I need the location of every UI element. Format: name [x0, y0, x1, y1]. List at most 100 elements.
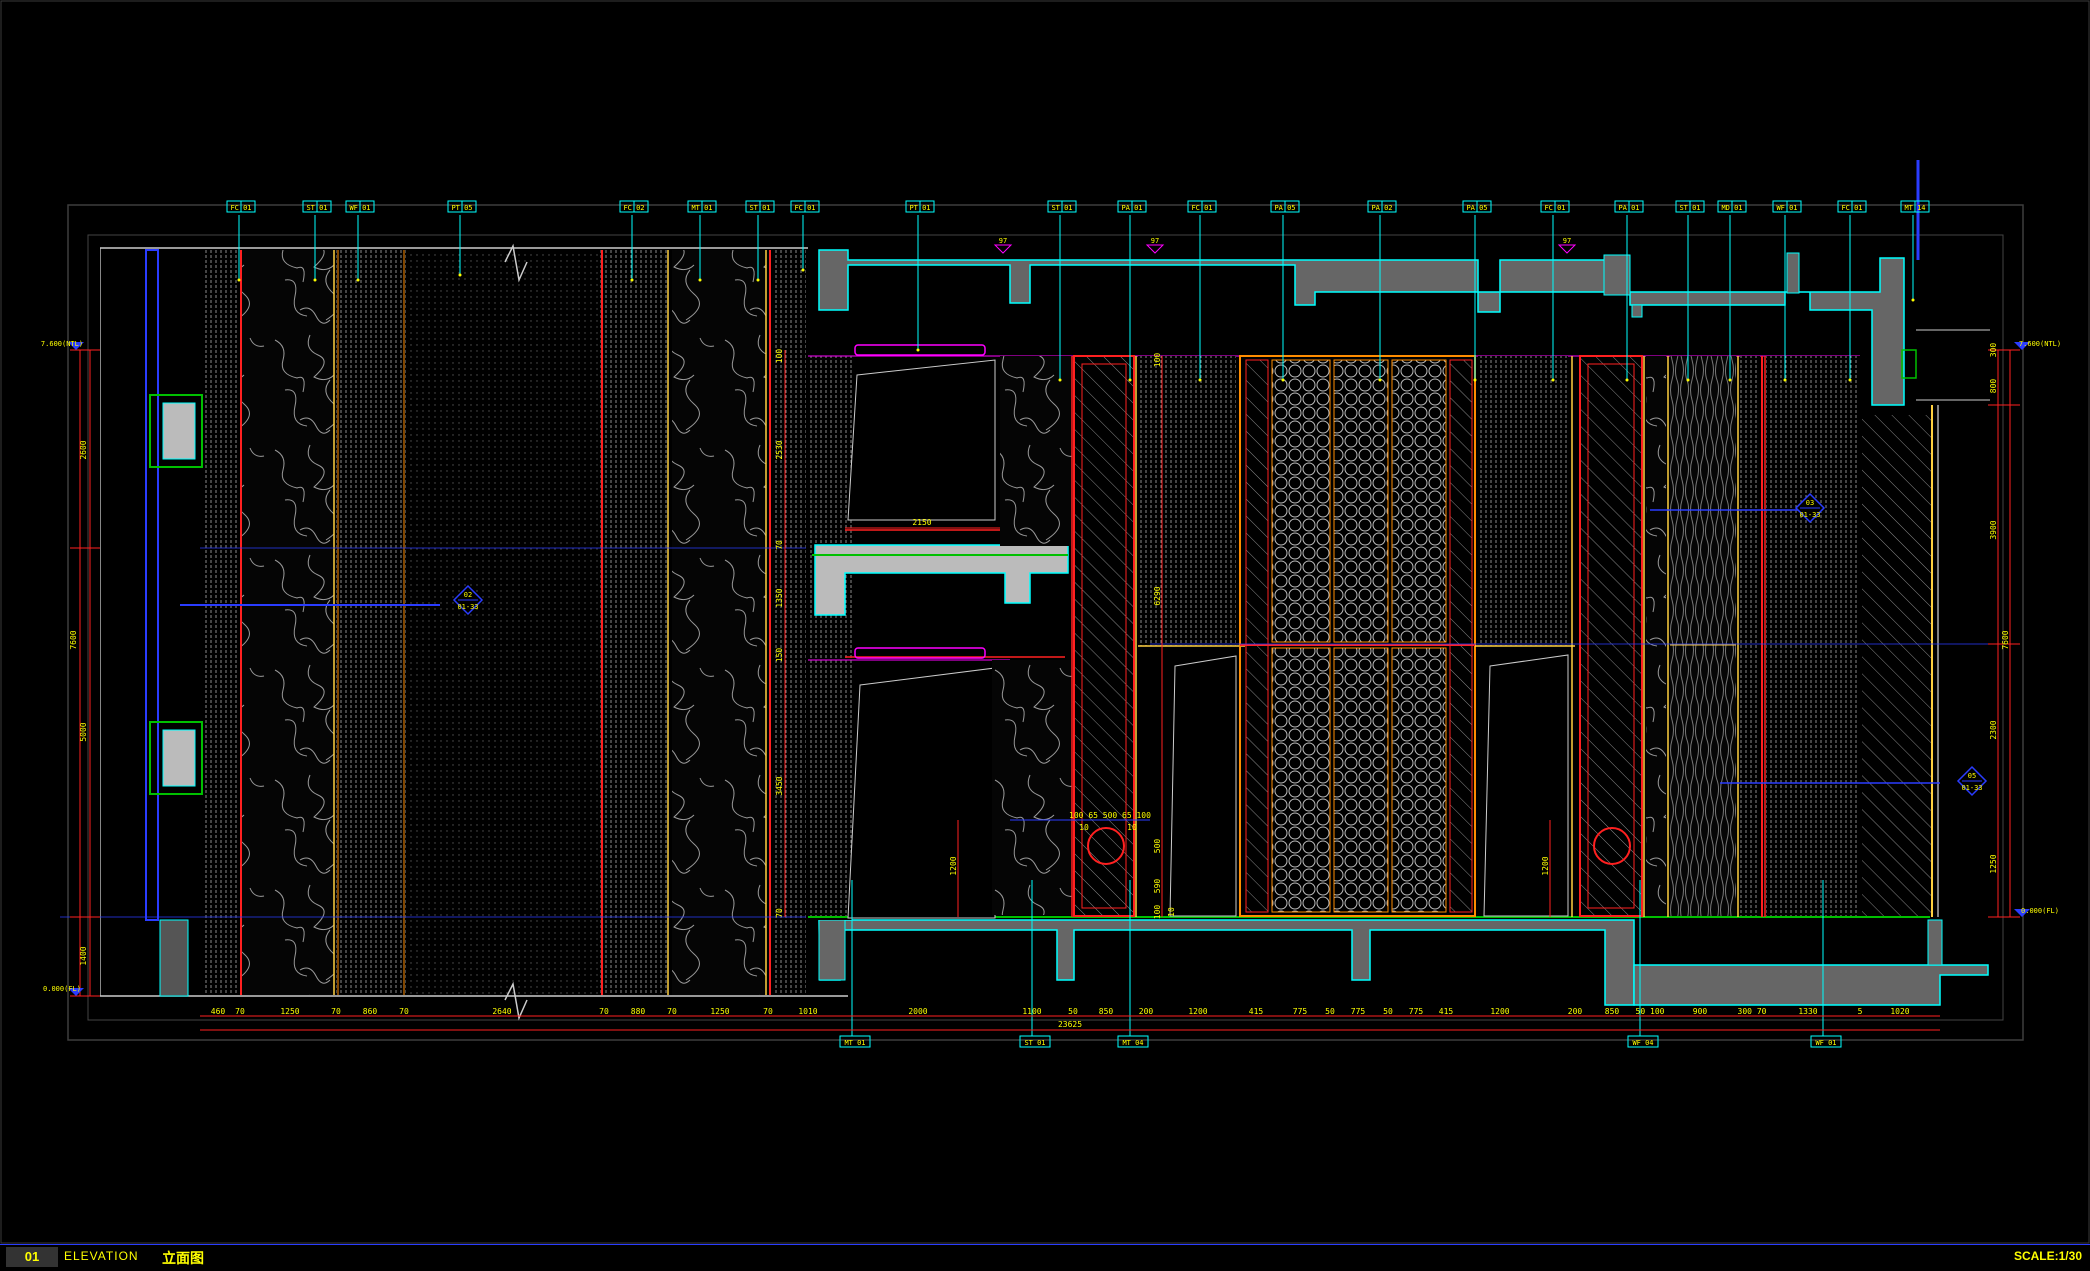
left-wall-section [60, 243, 848, 1021]
material-tag-label: WF 01 [349, 204, 370, 212]
dim-label: 775 [1351, 1007, 1366, 1016]
material-tag-label: ST 01 [1051, 204, 1072, 212]
section-mark-label: 97 [1151, 237, 1159, 245]
dim-label: 1200 [1541, 856, 1550, 875]
dim-label: 6290 [1153, 586, 1162, 605]
material-tag-label: ST 01 [1024, 1039, 1045, 1047]
dim-label: 2150 [912, 518, 931, 527]
dim-label: 3450 [775, 776, 784, 795]
dim-label: 415 [1249, 1007, 1264, 1016]
dim-label: 23625 [1058, 1020, 1082, 1029]
dim-label: 860 [363, 1007, 378, 1016]
material-tag: FC 01 [1187, 200, 1217, 382]
section-mark: 97 [1557, 237, 1577, 254]
floor-slab [818, 919, 1989, 1006]
level-label: 0.000(FL) [2021, 907, 2059, 915]
dim-label: 3900 [1989, 520, 1998, 539]
material-tag-label: FC 01 [230, 204, 251, 212]
material-tag-label: WF 04 [1632, 1039, 1653, 1047]
material-tag-label: FC 02 [623, 204, 644, 212]
callout: 05 01-33 [1956, 765, 1988, 797]
dim-label: 775 [1293, 1007, 1308, 1016]
dim-label: 100 [775, 349, 784, 364]
dim-label: 5 [1858, 1007, 1863, 1016]
dim-label: 50 100 [1636, 1007, 1665, 1016]
dim-label: 300 70 [1738, 1007, 1767, 1016]
dim-label: 850 [1605, 1007, 1620, 1016]
dim-label: 590 [1153, 879, 1162, 894]
dim-label: 300 [1989, 343, 1998, 358]
material-tag-label: MT 01 [691, 204, 712, 212]
dim-label: 7600 [2001, 630, 2010, 649]
dim-label: 1250 [280, 1007, 299, 1016]
callout-id: 02 [464, 591, 472, 599]
material-tag-label: PA 01 [1618, 204, 1639, 212]
material-tag-label: ST 01 [1679, 204, 1700, 212]
dim-label: 460 [211, 1007, 226, 1016]
level-label: 7.600(NTL) [41, 340, 83, 348]
dim-label: 1330 [1798, 1007, 1817, 1016]
dim-label: 1200 [1188, 1007, 1207, 1016]
material-tag-label: PT 05 [451, 204, 472, 212]
elevation-drawing: FC 01 ST 01 WF 01 PT 05 FC 02 MT 01 ST 01 FC 01… [0, 0, 2090, 1244]
callout-ref: 01-33 [457, 603, 478, 611]
dim-label: 70 [775, 540, 784, 550]
dim-label: 5000 [79, 722, 88, 741]
dim-label: 2000 [908, 1007, 927, 1016]
dim-label: 1200 [1490, 1007, 1509, 1016]
material-tag: MT 14 [1900, 200, 1930, 302]
dim-label: 1250 [710, 1007, 729, 1016]
dim-label: 10 [1167, 907, 1176, 917]
material-tag-label: PT 01 [909, 204, 930, 212]
material-tag-label: PA 02 [1371, 204, 1392, 212]
dim-label: 2600 [79, 440, 88, 459]
dim-label: 800 [1989, 379, 1998, 394]
material-tag-label: WF 01 [1776, 204, 1797, 212]
dim-label: 100 65 500 65 100 [1069, 811, 1151, 820]
dim-label: 2530 [775, 440, 784, 459]
material-tag-label: PA 05 [1466, 204, 1487, 212]
material-tag: ST 01 [1047, 200, 1077, 382]
dim-label: 2640 [492, 1007, 511, 1016]
dim-label: 70 [775, 908, 784, 918]
section-mark: 97 [1145, 237, 1165, 254]
drawing-scale: SCALE:1/30 [2013, 1249, 2082, 1263]
title-block: 01 ELEVATION 立面图 SCALE:1/30 [0, 1244, 2090, 1269]
section-mark-label: 97 [1563, 237, 1571, 245]
dim-label: 1020 [1890, 1007, 1909, 1016]
drawing-title-en: ELEVATION [64, 1249, 139, 1263]
drawing-title-cn: 立面图 [162, 1251, 204, 1267]
drawing-number: 01 [6, 1247, 58, 1267]
dim-label: 70 [667, 1007, 677, 1016]
dim-label: 70 [399, 1007, 409, 1016]
level-label: 7.600(NTL) [2019, 340, 2061, 348]
callout-ref: 01-33 [1799, 511, 1820, 519]
dim-label: 1400 [79, 946, 88, 965]
dim-label: 1200 [949, 856, 958, 875]
dim-label: 10 [1079, 823, 1089, 832]
material-tag-label: ST 01 [749, 204, 770, 212]
dim-label: 70 [235, 1007, 245, 1016]
dim-label: 7600 [69, 630, 78, 649]
dim-label: 10 [1127, 823, 1137, 832]
material-tag-label: PA 05 [1274, 204, 1295, 212]
section-marks: 97 97 97 [993, 237, 1577, 254]
dim-label: 70 [599, 1007, 609, 1016]
callout-id: 03 [1806, 499, 1814, 507]
dim-label: 500 [1153, 839, 1162, 854]
material-tag-label: FC 01 [794, 204, 815, 212]
dim-label: 50 [1325, 1007, 1335, 1016]
callout-ref: 01-33 [1961, 784, 1982, 792]
section-mark: 97 [993, 237, 1013, 254]
dim-label: 1350 [775, 588, 784, 607]
material-tag-label: PA 01 [1121, 204, 1142, 212]
dim-label: 415 [1439, 1007, 1454, 1016]
dim-label: 2300 [1989, 720, 1998, 739]
dim-label: 900 [1693, 1007, 1708, 1016]
dim-label: 100 [1153, 905, 1162, 920]
dim-label: 880 [631, 1007, 646, 1016]
dim-label: 775 [1409, 1007, 1424, 1016]
material-tag-label: WF 01 [1815, 1039, 1836, 1047]
level-label: 0.000(FL) [43, 985, 81, 993]
material-tag: PT 01 [905, 200, 935, 352]
